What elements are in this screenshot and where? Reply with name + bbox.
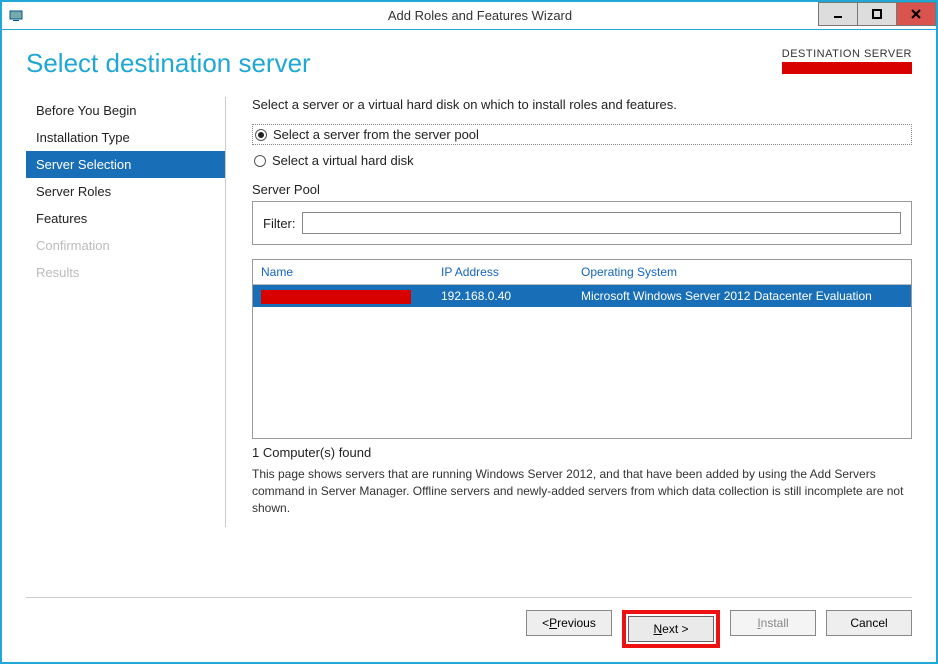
wizard-nav: Before You Begin Installation Type Serve… [26, 97, 226, 527]
radio-virtual-hard-disk[interactable]: Select a virtual hard disk [252, 151, 912, 170]
nav-server-selection[interactable]: Server Selection [26, 151, 225, 178]
server-row[interactable]: 192.168.0.40 Microsoft Windows Server 20… [253, 285, 911, 307]
server-grid: Name IP Address Operating System 192.168… [252, 259, 912, 439]
cancel-button[interactable]: Cancel [826, 610, 912, 636]
install-button: Install [730, 610, 816, 636]
maximize-button[interactable] [857, 2, 897, 26]
main-panel: Select a server or a virtual hard disk o… [226, 97, 912, 527]
server-pool-label: Server Pool [252, 182, 912, 197]
nav-installation-type[interactable]: Installation Type [26, 124, 225, 151]
destination-server-label: DESTINATION SERVER [782, 48, 912, 60]
note-text: This page shows servers that are running… [252, 466, 912, 516]
server-os-cell: Microsoft Windows Server 2012 Datacenter… [573, 286, 911, 306]
previous-button[interactable]: < Previous [526, 610, 612, 636]
nav-confirmation: Confirmation [26, 232, 225, 259]
nav-before-you-begin[interactable]: Before You Begin [26, 97, 225, 124]
destination-server-name-redacted [782, 62, 912, 74]
window-buttons [819, 2, 936, 28]
col-header-name[interactable]: Name [253, 260, 433, 284]
nav-server-roles[interactable]: Server Roles [26, 178, 225, 205]
server-ip-cell: 192.168.0.40 [433, 286, 573, 306]
page-title: Select destination server [26, 48, 311, 79]
radio-server-pool[interactable]: Select a server from the server pool [252, 124, 912, 145]
footer-buttons: < Previous Next > Install Cancel [26, 597, 912, 648]
radio-server-pool-label: Select a server from the server pool [273, 127, 479, 142]
titlebar: Add Roles and Features Wizard [2, 2, 936, 30]
filter-label: Filter: [263, 216, 296, 231]
col-header-os[interactable]: Operating System [573, 260, 911, 284]
server-pool-box: Filter: [252, 201, 912, 245]
client-area: Select destination server DESTINATION SE… [2, 30, 936, 662]
close-button[interactable] [896, 2, 936, 26]
app-icon [8, 8, 24, 24]
body-row: Before You Begin Installation Type Serve… [26, 97, 912, 527]
grid-header: Name IP Address Operating System [253, 260, 911, 285]
radio-dot-icon [255, 129, 267, 141]
radio-vhd-label: Select a virtual hard disk [272, 153, 414, 168]
server-name-redacted [261, 290, 411, 304]
minimize-button[interactable] [818, 2, 858, 26]
computers-found-text: 1 Computer(s) found [252, 445, 912, 460]
header-row: Select destination server DESTINATION SE… [26, 48, 912, 79]
next-button-highlight: Next > [622, 610, 720, 648]
server-name-cell [253, 285, 433, 308]
col-header-ip[interactable]: IP Address [433, 260, 573, 284]
next-button[interactable]: Next > [628, 616, 714, 642]
wizard-window: Add Roles and Features Wizard Select des… [0, 0, 938, 664]
nav-features[interactable]: Features [26, 205, 225, 232]
filter-row: Filter: [263, 212, 901, 234]
window-title: Add Roles and Features Wizard [24, 8, 936, 23]
nav-results: Results [26, 259, 225, 286]
destination-server-box: DESTINATION SERVER [782, 48, 912, 77]
instruction-text: Select a server or a virtual hard disk o… [252, 97, 912, 112]
filter-input[interactable] [302, 212, 902, 234]
radio-dot-icon [254, 155, 266, 167]
